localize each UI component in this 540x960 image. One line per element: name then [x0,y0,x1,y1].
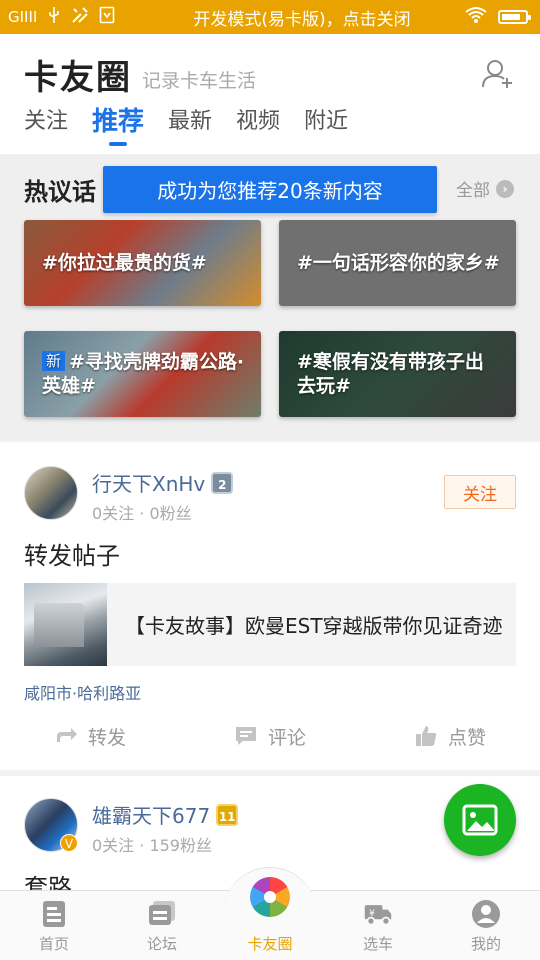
topic-title: #寻找壳牌劲霸公路·英雄# [42,351,245,397]
forum-icon [147,899,177,929]
page-subtitle: 记录卡车生活 [142,69,257,92]
nav-label: 选车 [362,935,393,953]
follow-button[interactable]: 关注 [444,475,516,509]
dev-mode-notice[interactable]: 开发模式(易卡版)，点击关闭 [140,5,464,30]
hot-topics-title: 热议话 [24,178,96,206]
like-button[interactable]: 点赞 [360,716,540,756]
nav-home[interactable]: 首页 [0,891,108,960]
nav-label: 首页 [38,935,69,953]
topic-title: #一句话形容你的家乡# [297,252,500,274]
status-bar[interactable]: GIIII 开发模式(易卡版)，点击关闭 [0,0,540,34]
username[interactable]: 行天下XnHv [92,468,205,497]
nav-profile[interactable]: 我的 [432,891,540,960]
nav-label: 卡友圈 [247,935,293,953]
topic-card[interactable]: 新 #寻找壳牌劲霸公路·英雄# [24,331,261,417]
usb-icon [47,6,61,28]
topic-title: #寒假有没有带孩子出去玩# [297,351,484,397]
feed-tabs: 关注 推荐 最新 视频 附近 [24,104,372,148]
tab-latest[interactable]: 最新 [168,104,212,148]
hot-topics-all-link[interactable]: 全部 › [456,176,514,201]
post-actions: 转发 评论 点赞 [0,716,540,756]
add-friend-icon[interactable] [480,56,516,92]
nav-truck-circle[interactable]: 卡友圈 [216,867,324,960]
repost-button[interactable]: 转发 [0,716,180,756]
recommend-toast: 成功为您推荐20条新内容 [103,166,437,213]
profile-icon [471,899,501,929]
thumbs-up-icon [415,726,437,746]
signal-icon: GIIII [8,8,38,26]
tab-nearby[interactable]: 附近 [304,104,348,148]
app-screen: GIIII 开发模式(易卡版)，点击关闭 卡友圈 记录卡车生活 关注 推荐 最新… [0,0,540,960]
topic-card[interactable]: #一句话形容你的家乡# [279,220,516,306]
header: 卡友圈 记录卡车生活 关注 推荐 最新 视频 附近 [0,34,540,154]
battery-icon [498,10,531,24]
repost-icon [56,728,77,742]
verified-icon: V [60,834,78,852]
shared-post-title: 【卡友故事】欧曼EST穿越版带你见证奇迹 [125,614,503,638]
username[interactable]: 雄霸天下677 [92,800,210,829]
status-right-icons [464,6,540,28]
topic-card[interactable]: #寒假有没有带孩子出去玩# [279,331,516,417]
level-badge-icon: 2 [211,471,234,494]
nav-label: 我的 [470,935,501,953]
tools-icon [71,6,89,28]
user-stats: 0关注 · 159粉丝 [92,836,212,855]
shared-post-thumbnail [24,583,107,666]
topic-card[interactable]: #你拉过最贵的货# [24,220,261,306]
nav-choose-truck[interactable]: ¥ 选车 [324,891,432,960]
post-card[interactable]: 行天下XnHv 2 0关注 · 0粉丝 关注 转发帖子 【卡友故事】欧曼EST穿… [0,442,540,770]
nav-label: 论坛 [146,935,177,953]
tab-recommended[interactable]: 推荐 [92,104,144,148]
nav-forum[interactable]: 论坛 [108,891,216,960]
tab-following[interactable]: 关注 [24,104,68,148]
comment-button[interactable]: 评论 [180,716,360,756]
post-image-button[interactable] [444,784,516,856]
home-doc-icon [39,899,69,929]
svg-text:¥: ¥ [369,909,375,919]
topic-title: #你拉过最贵的货# [42,252,207,274]
pinwheel-icon [250,877,290,917]
topic-title-with-badge: 新 #寻找壳牌劲霸公路·英雄# [42,350,247,398]
image-icon [462,804,498,836]
wifi-icon [464,6,488,28]
post-location[interactable]: 咸阳市·哈利路亚 [24,680,141,704]
post-author[interactable]: 雄霸天下677 11 [92,800,239,829]
tab-video[interactable]: 视频 [236,104,280,148]
avatar[interactable] [24,466,78,520]
comment-label: 评论 [267,726,306,749]
post-text: 转发帖子 [24,542,120,570]
repost-label: 转发 [87,726,126,749]
status-left-icons: GIIII [0,6,140,28]
chevron-right-icon: › [496,179,514,198]
comment-icon [235,727,256,745]
level-badge-icon: 11 [216,803,239,826]
all-label: 全部 [456,181,490,201]
shared-post-card[interactable]: 【卡友故事】欧曼EST穿越版带你见证奇迹 [24,583,516,666]
truck-icon: ¥ [363,899,393,929]
post-author[interactable]: 行天下XnHv 2 [92,468,234,497]
hot-topics-section: 热议话 全部 › #你拉过最贵的货# #一句话形容你的家乡# 新 #寻找壳牌劲霸公… [0,154,540,440]
title-row: 卡友圈 记录卡车生活 [24,52,516,98]
like-label: 点赞 [447,726,486,749]
page-title: 卡友圈 [24,57,132,98]
storage-icon [99,6,115,28]
bottom-nav: 首页 论坛 卡友圈 ¥ 选车 我的 [0,867,540,960]
user-stats: 0关注 · 0粉丝 [92,504,192,523]
new-badge: 新 [42,351,66,371]
